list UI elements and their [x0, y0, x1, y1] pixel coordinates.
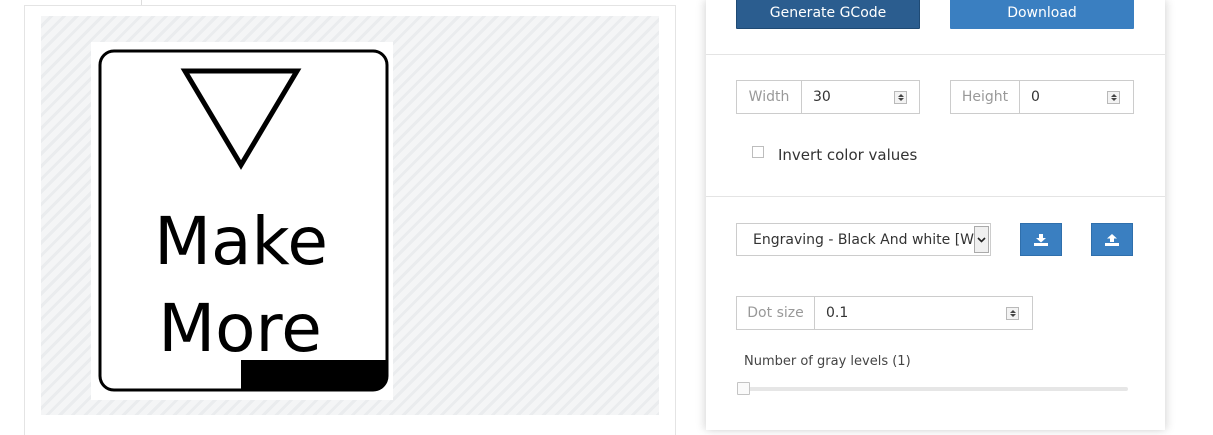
triangle-icon	[180, 68, 302, 170]
preview-image: Make More	[91, 42, 393, 400]
section-divider	[706, 54, 1165, 55]
width-label: Width	[737, 81, 802, 113]
dot-size-label: Dot size	[737, 297, 815, 329]
spin-down-icon	[1110, 98, 1117, 101]
spin-up-icon	[897, 94, 904, 97]
tab-underline	[141, 5, 676, 6]
gray-levels-slider-handle[interactable]	[737, 382, 750, 395]
spin-up-icon	[1009, 310, 1016, 313]
dot-size-value: 0.1	[826, 305, 849, 321]
width-value: 30	[813, 89, 831, 105]
settings-panel: Generate GCode Download Width 30 Height …	[706, 0, 1165, 430]
spin-down-icon	[1009, 314, 1016, 317]
preset-selected-value: Engraving - Black And white [Wo	[753, 231, 982, 248]
chevron-down-icon[interactable]	[974, 226, 989, 253]
dot-size-input[interactable]: 0.1	[815, 297, 1032, 329]
invert-option: Invert color values	[752, 146, 917, 164]
sign-text-line1: Make	[154, 203, 328, 280]
gray-levels-slider-track[interactable]	[742, 387, 1128, 391]
height-value: 0	[1031, 89, 1040, 105]
invert-checkbox[interactable]	[752, 146, 764, 158]
width-spinner[interactable]	[894, 91, 907, 104]
height-label: Height	[951, 81, 1020, 113]
invert-label: Invert color values	[778, 146, 918, 164]
height-spinner[interactable]	[1107, 91, 1120, 104]
section-divider	[706, 196, 1165, 197]
width-input-group: Width 30	[736, 80, 920, 114]
image-preview-canvas: Make More	[41, 16, 659, 415]
spin-down-icon	[897, 98, 904, 101]
height-input[interactable]: 0	[1020, 81, 1133, 113]
preset-select[interactable]: Engraving - Black And white [Wo	[736, 223, 991, 256]
sign-black-bar	[241, 360, 387, 390]
generate-gcode-button[interactable]: Generate GCode	[736, 0, 920, 29]
download-button[interactable]: Download	[950, 0, 1134, 29]
dot-size-spinner[interactable]	[1006, 307, 1019, 320]
spin-up-icon	[1110, 94, 1117, 97]
upload-preset-button[interactable]	[1091, 223, 1133, 256]
download-icon	[1034, 233, 1048, 246]
width-input[interactable]: 30	[802, 81, 919, 113]
download-preset-button[interactable]	[1020, 223, 1062, 256]
height-input-group: Height 0	[950, 80, 1134, 114]
gray-levels-label: Number of gray levels (1)	[744, 354, 911, 369]
sign-text-line2: More	[158, 290, 322, 367]
upload-icon	[1105, 233, 1119, 246]
dot-size-input-group: Dot size 0.1	[736, 296, 1033, 330]
sign-artwork: Make More	[98, 49, 389, 392]
